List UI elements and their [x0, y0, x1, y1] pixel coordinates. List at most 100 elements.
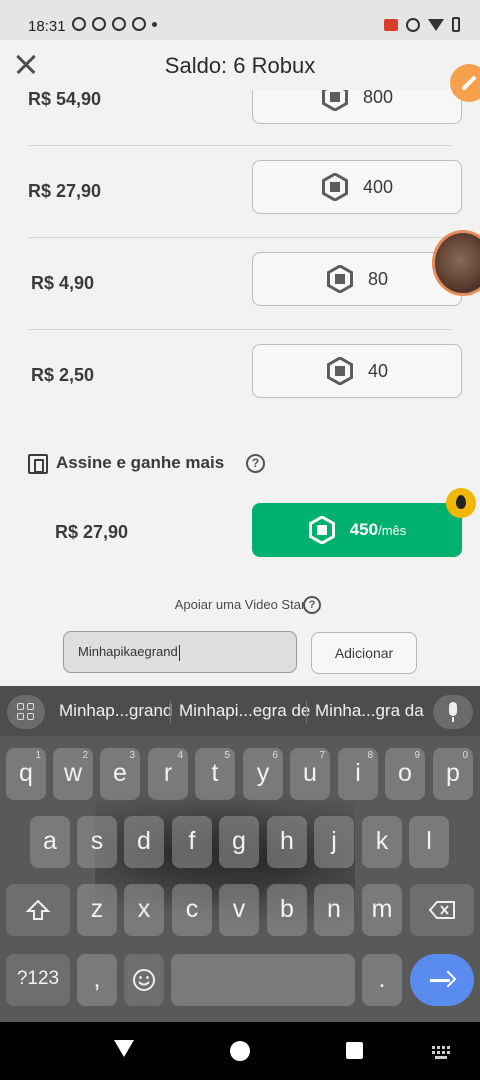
- period-key[interactable]: .: [362, 954, 402, 1006]
- buy-package-button[interactable]: 400: [252, 160, 462, 214]
- key-e[interactable]: e3: [100, 748, 140, 800]
- subscription-title: Assine e ganhe mais: [56, 453, 225, 472]
- back-icon[interactable]: [114, 1040, 134, 1057]
- key-s[interactable]: s: [77, 816, 117, 868]
- balance-title: Saldo: 6 Robux: [164, 53, 316, 78]
- cast-icon: [384, 18, 398, 31]
- keyboard-switch-icon[interactable]: [432, 1046, 452, 1059]
- fire-icon: [446, 488, 476, 518]
- package-row: R$ 27,90 400: [28, 160, 462, 252]
- divider: [28, 145, 452, 146]
- support-label-text: Apoiar uma Video Star: [174, 597, 306, 612]
- key-b[interactable]: b: [267, 884, 307, 936]
- key-u[interactable]: u7: [290, 748, 330, 800]
- backspace-key[interactable]: [410, 884, 474, 936]
- package-price: R$ 4,90: [31, 273, 95, 293]
- add-star-code-button[interactable]: Adicionar: [311, 632, 417, 674]
- buy-package-button[interactable]: 80: [252, 252, 462, 306]
- key-v[interactable]: v: [219, 884, 259, 936]
- package-price: R$ 27,90: [28, 181, 102, 201]
- package-row: R$ 4,90 80: [28, 252, 462, 344]
- home-icon[interactable]: [230, 1041, 250, 1061]
- key-w[interactable]: w2: [53, 748, 93, 800]
- premium-icon: [28, 454, 48, 474]
- robux-icon: [308, 516, 336, 544]
- key-r[interactable]: r4: [148, 748, 188, 800]
- system-icons: [384, 17, 460, 32]
- backspace-icon: [428, 901, 455, 919]
- key-p[interactable]: p0: [433, 748, 473, 800]
- recents-icon[interactable]: [346, 1042, 363, 1059]
- subscription-amount: 450: [349, 520, 379, 539]
- suggestion-3[interactable]: Minha...gra da: [315, 701, 424, 721]
- suggestion-1[interactable]: Minhap...grand: [59, 701, 172, 721]
- emoji-key[interactable]: [124, 954, 164, 1006]
- buy-package-button[interactable]: 40: [252, 344, 462, 398]
- comma-key[interactable]: ,: [77, 954, 117, 1006]
- key-x[interactable]: x: [124, 884, 164, 936]
- edit-floating-icon[interactable]: [450, 64, 480, 102]
- suggestion-2[interactable]: Minhapi...egra de: [179, 701, 310, 721]
- robux-icon: [326, 265, 354, 293]
- key-q[interactable]: q1: [6, 748, 46, 800]
- subscription-period: /mês: [378, 523, 407, 538]
- support-label: Apoiar uma Video Star: [0, 597, 480, 612]
- key-f[interactable]: f: [172, 816, 212, 868]
- star-code-value: Minhapikaegrand: [78, 644, 178, 659]
- key-k[interactable]: k: [362, 816, 402, 868]
- divider: [306, 700, 307, 724]
- key-l[interactable]: l: [409, 816, 449, 868]
- snapchat-icon: [112, 17, 126, 31]
- divider: [28, 329, 452, 330]
- package-amount: 80: [367, 268, 389, 289]
- snapchat-icon: [132, 17, 146, 31]
- purchase-header: Saldo: 6 Robux: [0, 40, 480, 90]
- key-j[interactable]: j: [314, 816, 354, 868]
- robux-icon: [321, 173, 349, 201]
- package-amount: 40: [367, 360, 389, 381]
- whatsapp-icon: [92, 17, 106, 31]
- star-code-input[interactable]: Minhapikaegrand: [63, 631, 297, 673]
- enter-key[interactable]: [410, 954, 474, 1006]
- key-o[interactable]: o9: [385, 748, 425, 800]
- do-not-disturb-icon: [406, 17, 420, 32]
- package-amount: 400: [362, 176, 394, 197]
- whatsapp-icon: [72, 17, 86, 31]
- symbols-key[interactable]: ?123: [6, 954, 70, 1006]
- key-d[interactable]: d: [124, 816, 164, 868]
- more-notifications-icon: [152, 21, 157, 27]
- emoji-icon: [133, 969, 155, 991]
- help-icon[interactable]: ?: [246, 454, 265, 473]
- on-screen-keyboard: Minhap...grand Minhapi...egra de Minha..…: [0, 686, 480, 1022]
- key-a[interactable]: a: [30, 816, 70, 868]
- battery-icon: [452, 17, 460, 32]
- package-price: R$ 2,50: [31, 365, 95, 385]
- key-n[interactable]: n: [314, 884, 354, 936]
- subscription-price: R$ 27,90: [55, 522, 129, 542]
- robux-icon: [326, 357, 354, 385]
- package-row: R$ 2,50 40: [28, 344, 462, 436]
- subscribe-button[interactable]: 450/mês: [252, 503, 462, 557]
- navigation-bar: [0, 1022, 480, 1080]
- notification-icons: [72, 17, 157, 31]
- suggestion-bar: Minhap...grand Minhapi...egra de Minha..…: [0, 686, 480, 736]
- key-y[interactable]: y6: [243, 748, 283, 800]
- key-z[interactable]: z: [77, 884, 117, 936]
- key-h[interactable]: h: [267, 816, 307, 868]
- shift-icon: [25, 899, 51, 920]
- divider: [28, 237, 452, 238]
- wifi-icon: [428, 18, 444, 31]
- divider: [170, 700, 171, 724]
- key-g[interactable]: g: [219, 816, 259, 868]
- status-time: 18:31: [28, 18, 66, 35]
- microphone-icon[interactable]: [433, 695, 473, 729]
- help-icon[interactable]: ?: [303, 596, 321, 614]
- key-c[interactable]: c: [172, 884, 212, 936]
- shift-key[interactable]: [6, 884, 70, 936]
- apps-grid-icon[interactable]: [7, 695, 45, 729]
- text-cursor: [178, 644, 180, 661]
- key-i[interactable]: i8: [338, 748, 378, 800]
- key-m[interactable]: m: [362, 884, 402, 936]
- space-key[interactable]: [171, 954, 355, 1006]
- key-t[interactable]: t5: [195, 748, 235, 800]
